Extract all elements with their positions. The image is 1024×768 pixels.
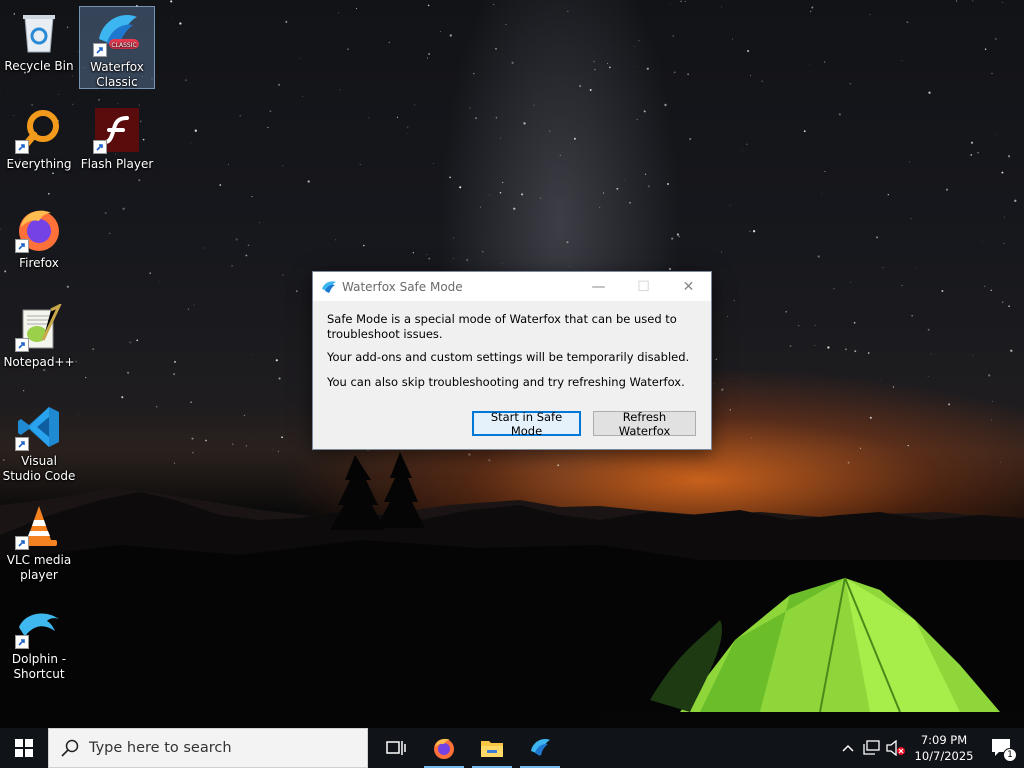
- maximize-button: ☐: [637, 278, 650, 295]
- shortcut-arrow-icon: [15, 437, 29, 451]
- desktop-icon-dolphin[interactable]: Dolphin - Shortcut: [1, 599, 77, 686]
- recycle-bin-icon: [15, 8, 63, 56]
- system-tray: 7:09 PM 10/7/2025 1: [836, 728, 1024, 768]
- waterfox-icon: [531, 739, 550, 756]
- shortcut-arrow-icon: [15, 338, 29, 352]
- desktop-icon-flash-player[interactable]: Flash Player: [79, 104, 155, 176]
- desktop-icon-label: Everything: [6, 157, 72, 171]
- notification-count-badge: 1: [1003, 748, 1017, 762]
- network-button[interactable]: [860, 728, 884, 768]
- firefox-icon: [434, 738, 454, 759]
- taskbar-file-explorer[interactable]: [468, 728, 516, 768]
- dialog-message-1: Safe Mode is a special mode of Waterfox …: [327, 312, 677, 341]
- waterfox-safe-mode-dialog: Waterfox Safe Mode — ☐ ✕ Safe Mode is a …: [312, 271, 712, 450]
- desktop-icon-label: Visual Studio Code: [2, 454, 76, 483]
- taskbar: Type here to search 7:09 PM 10/7/2025 1: [0, 728, 1024, 768]
- clock-time: 7:09 PM: [920, 733, 968, 747]
- dialog-titlebar[interactable]: Waterfox Safe Mode — ☐ ✕: [313, 272, 711, 301]
- action-center-button[interactable]: 1: [980, 728, 1024, 768]
- desktop-icon-label: Flash Player: [80, 157, 154, 171]
- vscode-icon: [15, 403, 63, 451]
- dialog-title: Waterfox Safe Mode: [342, 279, 463, 294]
- dialog-message-3: You can also skip troubleshooting and tr…: [327, 375, 685, 389]
- dialog-message-2: Your add-ons and custom settings will be…: [327, 350, 690, 364]
- show-hidden-icons-button[interactable]: [836, 728, 860, 768]
- flash-player-icon: [93, 106, 141, 154]
- taskbar-waterfox[interactable]: [516, 728, 564, 768]
- vlc-icon: [15, 502, 63, 550]
- desktop-icon-label: Dolphin - Shortcut: [11, 652, 67, 681]
- waterfox-classic-icon: CLASSIC: [93, 9, 141, 57]
- volume-muted-icon: [886, 740, 905, 756]
- desktop-icon-notepad-plus-plus[interactable]: Notepad++: [1, 302, 77, 374]
- desktop-icon-waterfox-classic[interactable]: CLASSIC Waterfox Classic: [79, 6, 155, 89]
- desktop-icon-label: Firefox: [19, 256, 59, 270]
- close-button[interactable]: ✕: [666, 272, 711, 301]
- task-view-button[interactable]: [372, 728, 420, 768]
- folder-icon: [481, 741, 503, 757]
- desktop-icon-recycle-bin[interactable]: Recycle Bin: [1, 6, 77, 78]
- shortcut-arrow-icon: [93, 140, 107, 154]
- dialog-body: Safe Mode is a special mode of Waterfox …: [313, 301, 711, 390]
- shortcut-arrow-icon: [93, 43, 107, 57]
- desktop-icon-label: Recycle Bin: [4, 59, 74, 73]
- search-placeholder: Type here to search: [89, 740, 232, 756]
- start-button[interactable]: [0, 728, 48, 768]
- minimize-button[interactable]: —: [576, 272, 621, 301]
- task-view-icon: [386, 741, 406, 755]
- svg-text:CLASSIC: CLASSIC: [111, 42, 136, 49]
- taskbar-search-box[interactable]: Type here to search: [48, 728, 368, 768]
- waterfox-app-icon: [322, 280, 336, 293]
- windows-logo-icon: [15, 739, 33, 757]
- taskbar-firefox[interactable]: [420, 728, 468, 768]
- desktop-icon-firefox[interactable]: Firefox: [1, 203, 77, 275]
- desktop-icon-everything[interactable]: Everything: [1, 104, 77, 176]
- shortcut-arrow-icon: [15, 536, 29, 550]
- notepad-plus-plus-icon: [15, 302, 63, 352]
- shortcut-arrow-icon: [15, 140, 29, 154]
- desktop-icon-label: VLC media player: [6, 553, 72, 582]
- clock-date: 10/7/2025: [914, 749, 974, 763]
- desktop-icon-vscode[interactable]: Visual Studio Code: [1, 401, 77, 488]
- desktop-icon-label: Waterfox Classic: [90, 60, 144, 89]
- shortcut-arrow-icon: [15, 635, 29, 649]
- dolphin-icon: [15, 601, 63, 649]
- shortcut-arrow-icon: [15, 239, 29, 253]
- start-in-safe-mode-button[interactable]: Start in Safe Mode: [472, 410, 581, 438]
- desktop-icon-label: Notepad++: [3, 355, 75, 369]
- refresh-waterfox-button[interactable]: Refresh Waterfox: [593, 410, 696, 438]
- network-icon: [863, 740, 880, 755]
- desktop-icon-vlc[interactable]: VLC media player: [1, 500, 77, 587]
- firefox-icon: [15, 205, 63, 253]
- chevron-up-icon: [842, 744, 854, 752]
- taskbar-clock[interactable]: 7:09 PM 10/7/2025: [908, 732, 980, 764]
- search-icon: [61, 739, 79, 757]
- dialog-button-row: Start in Safe Mode Refresh Waterfox: [472, 410, 696, 438]
- volume-button[interactable]: [884, 728, 908, 768]
- everything-search-icon: [15, 106, 63, 154]
